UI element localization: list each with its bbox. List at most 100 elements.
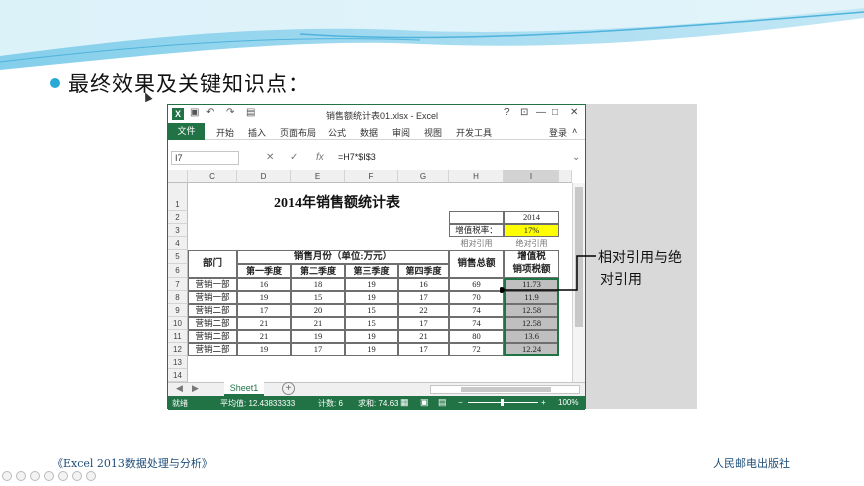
- cell-dept[interactable]: 营销二部: [188, 317, 237, 330]
- more-icon[interactable]: [86, 471, 96, 481]
- row-header[interactable]: 3: [168, 224, 188, 237]
- row-header[interactable]: 2: [168, 211, 188, 224]
- cell-q2[interactable]: 20: [291, 304, 345, 317]
- cell-q1[interactable]: 21: [237, 317, 291, 330]
- header-q4[interactable]: 第四季度: [398, 264, 449, 278]
- next-slide-icon[interactable]: [16, 471, 26, 481]
- cell-total[interactable]: 69: [449, 278, 504, 291]
- cell-total[interactable]: 80: [449, 330, 504, 343]
- maximize-button[interactable]: □: [552, 107, 558, 118]
- cell-vat[interactable]: 13.6: [504, 330, 559, 343]
- cell-dept[interactable]: 营销一部: [188, 291, 237, 304]
- horizontal-scrollbar[interactable]: [430, 385, 580, 394]
- page-layout-view-icon[interactable]: ▣: [420, 397, 429, 408]
- cell-q2[interactable]: 19: [291, 330, 345, 343]
- column-header[interactable]: D: [237, 170, 291, 183]
- undo-icon[interactable]: ↶: [206, 107, 214, 118]
- header-dept[interactable]: 部门: [188, 250, 237, 278]
- column-header[interactable]: [559, 170, 572, 183]
- row-header[interactable]: 12: [168, 343, 188, 356]
- select-all-corner[interactable]: [168, 170, 188, 183]
- row-header[interactable]: 14: [168, 369, 188, 382]
- horizontal-scroll-thumb[interactable]: [461, 387, 551, 392]
- cell-total[interactable]: 72: [449, 343, 504, 356]
- row-header[interactable]: 1: [168, 183, 188, 211]
- column-header[interactable]: E: [291, 170, 345, 183]
- cell-year[interactable]: 2014: [504, 211, 559, 224]
- tax-rate-label[interactable]: 增值税率：: [449, 224, 504, 237]
- cell-h2[interactable]: [449, 211, 504, 224]
- cell-q4[interactable]: 22: [398, 304, 449, 317]
- column-header[interactable]: H: [449, 170, 504, 183]
- cell-q2[interactable]: 17: [291, 343, 345, 356]
- cell-q3[interactable]: 15: [345, 317, 398, 330]
- row-header[interactable]: 8: [168, 291, 188, 304]
- expand-formula-icon[interactable]: ⌄: [572, 152, 580, 163]
- cell-total[interactable]: 74: [449, 304, 504, 317]
- prev-slide-icon[interactable]: [2, 471, 12, 481]
- collapse-ribbon-icon[interactable]: ˄: [572, 126, 577, 136]
- formula-input[interactable]: =H7*$I$3: [338, 152, 376, 162]
- column-header[interactable]: F: [345, 170, 398, 183]
- cell-q1[interactable]: 19: [237, 291, 291, 304]
- cell-q2[interactable]: 18: [291, 278, 345, 291]
- row-header[interactable]: 9: [168, 304, 188, 317]
- cell-q4[interactable]: 17: [398, 291, 449, 304]
- grid-icon[interactable]: [58, 471, 68, 481]
- quick-access-icon[interactable]: ▤: [246, 107, 255, 118]
- row-header[interactable]: 4: [168, 237, 188, 250]
- add-sheet-icon[interactable]: +: [282, 382, 295, 395]
- login-link[interactable]: 登录: [549, 126, 567, 139]
- cell-q4[interactable]: 17: [398, 343, 449, 356]
- row-header[interactable]: 13: [168, 356, 188, 369]
- row-header[interactable]: 6: [168, 264, 188, 278]
- column-header[interactable]: C: [188, 170, 237, 183]
- tab-home[interactable]: 开始: [216, 126, 234, 139]
- zoom-icon[interactable]: [72, 471, 82, 481]
- cell-q4[interactable]: 21: [398, 330, 449, 343]
- tab-review[interactable]: 审阅: [392, 126, 410, 139]
- tab-formulas[interactable]: 公式: [328, 126, 346, 139]
- cell-q2[interactable]: 21: [291, 317, 345, 330]
- cell-q1[interactable]: 16: [237, 278, 291, 291]
- header-q3[interactable]: 第三季度: [345, 264, 398, 278]
- zoom-in-icon[interactable]: +: [541, 398, 546, 407]
- cell-vat[interactable]: 12.24: [504, 343, 559, 356]
- insert-function-icon[interactable]: fx: [316, 152, 324, 163]
- row-header[interactable]: 5: [168, 250, 188, 264]
- row-header[interactable]: 10: [168, 317, 188, 330]
- normal-view-icon[interactable]: ▦: [400, 397, 409, 408]
- prev-sheet-icon[interactable]: ◀: [176, 383, 183, 394]
- close-button[interactable]: ✕: [570, 107, 578, 118]
- minimize-button[interactable]: —: [536, 107, 546, 118]
- row-header[interactable]: 11: [168, 330, 188, 343]
- save-icon[interactable]: ▣: [190, 107, 199, 118]
- eraser-icon[interactable]: [44, 471, 54, 481]
- header-q2[interactable]: 第二季度: [291, 264, 345, 278]
- cell-dept[interactable]: 营销二部: [188, 343, 237, 356]
- name-box[interactable]: I7: [171, 151, 239, 165]
- column-header[interactable]: G: [398, 170, 449, 183]
- cell-q4[interactable]: 17: [398, 317, 449, 330]
- cell-q1[interactable]: 17: [237, 304, 291, 317]
- cell-vat[interactable]: 12.58: [504, 304, 559, 317]
- zoom-level[interactable]: 100%: [558, 398, 578, 407]
- cell-q3[interactable]: 19: [345, 291, 398, 304]
- cell-total[interactable]: 74: [449, 317, 504, 330]
- next-sheet-icon[interactable]: ▶: [192, 383, 199, 394]
- cell-q3[interactable]: 15: [345, 304, 398, 317]
- cell-dept[interactable]: 营销二部: [188, 304, 237, 317]
- zoom-slider-thumb[interactable]: [501, 399, 504, 406]
- page-break-view-icon[interactable]: ▤: [438, 397, 447, 408]
- tab-page-layout[interactable]: 页面布局: [280, 126, 316, 139]
- cell-q2[interactable]: 15: [291, 291, 345, 304]
- tab-data[interactable]: 数据: [360, 126, 378, 139]
- cell-vat[interactable]: 12.58: [504, 317, 559, 330]
- tab-file[interactable]: 文件: [168, 123, 205, 140]
- pen-icon[interactable]: [30, 471, 40, 481]
- header-months[interactable]: 销售月份（单位:万元）: [237, 250, 449, 264]
- cell-total[interactable]: 70: [449, 291, 504, 304]
- ribbon-display-button[interactable]: ⊡: [520, 107, 528, 118]
- cell-dept[interactable]: 营销二部: [188, 330, 237, 343]
- cell-dept[interactable]: 营销一部: [188, 278, 237, 291]
